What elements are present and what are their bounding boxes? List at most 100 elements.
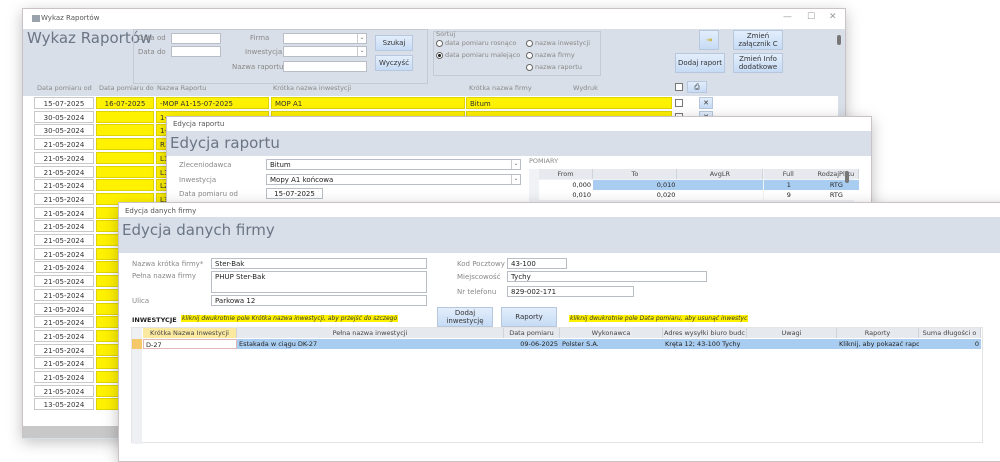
- grid-column-header[interactable]: Uwagi: [747, 328, 837, 338]
- date-from-input[interactable]: 15-07-2025: [266, 188, 323, 199]
- select-all-checkbox[interactable]: [675, 83, 683, 91]
- chevron-down-icon[interactable]: ⌄: [511, 175, 520, 184]
- full-name-input[interactable]: PHUP Ster-Bak: [211, 271, 427, 293]
- col-date-to[interactable]: Data pomiaru do: [99, 84, 154, 92]
- add-investment-button[interactable]: Dodaj inwestycję: [437, 307, 493, 327]
- date-from-cell[interactable]: 21-05-2024: [34, 179, 94, 192]
- date-from-cell[interactable]: 15-07-2025: [34, 97, 94, 109]
- col-to[interactable]: To: [593, 169, 678, 179]
- date-from-cell[interactable]: 21-05-2024: [34, 371, 94, 383]
- investment-cell[interactable]: MOP A1: [271, 97, 465, 109]
- print-icon[interactable]: ⎙: [687, 81, 707, 93]
- date-from-cell[interactable]: 13-05-2024: [34, 398, 94, 411]
- sort-option-report[interactable]: nazwa raportu: [526, 63, 582, 71]
- measurement-cell[interactable]: 0,010: [539, 190, 593, 200]
- date-from-cell[interactable]: 21-05-2024: [34, 316, 94, 329]
- col-avglr[interactable]: AvgLR: [677, 169, 764, 179]
- date-from-cell[interactable]: 21-05-2024: [34, 384, 94, 397]
- date-from-cell[interactable]: 30-05-2024: [34, 124, 94, 137]
- row-selector[interactable]: [132, 339, 142, 349]
- date-from-cell[interactable]: 21-05-2024: [34, 261, 94, 274]
- firm-select[interactable]: ⌄: [283, 33, 367, 44]
- date-to-cell[interactable]: 16-07-2025: [96, 97, 154, 109]
- chevron-down-icon[interactable]: ⌄: [511, 160, 520, 169]
- date-from-cell[interactable]: 21-05-2024: [34, 206, 94, 219]
- col-report-name[interactable]: Nazwa Raportu: [157, 84, 206, 92]
- grid-column-header[interactable]: Raporty: [837, 328, 919, 338]
- date-from-cell[interactable]: 21-05-2024: [34, 192, 94, 205]
- sort-option-firm[interactable]: nazwa firmy: [526, 51, 575, 59]
- grid-column-header[interactable]: Pełna nazwa inwestycji: [237, 328, 504, 338]
- change-attachment-button[interactable]: Zmień załącznik C: [733, 30, 783, 50]
- date-from-cell[interactable]: 21-05-2024: [34, 247, 94, 260]
- client-select[interactable]: Bitum ⌄: [266, 159, 521, 170]
- delete-icon[interactable]: ✕: [699, 97, 713, 109]
- close-button[interactable]: ✕: [829, 12, 837, 22]
- date-to-cell[interactable]: [96, 179, 154, 192]
- date-from-cell[interactable]: 30-05-2024: [34, 110, 94, 123]
- list-row[interactable]: 15-07-2025 16-07-2025 -MOP A1-15-07-2025 MO…: [23, 97, 823, 109]
- grid-column-header[interactable]: Suma długości o: [919, 328, 981, 338]
- city-input[interactable]: Tychy: [507, 271, 707, 282]
- short-name-input[interactable]: Ster-Bak: [211, 258, 427, 269]
- maximize-button[interactable]: ☐: [807, 12, 815, 22]
- col-from[interactable]: From: [539, 169, 593, 179]
- investment-select[interactable]: Mopy A1 końcowa ⌄: [266, 174, 521, 185]
- clear-button[interactable]: Wyczyść: [375, 55, 413, 71]
- measurement-cell[interactable]: RTG: [813, 180, 860, 190]
- date-from-cell[interactable]: 21-05-2024: [34, 165, 94, 178]
- print-checkbox[interactable]: [675, 99, 683, 107]
- sort-option-date-desc[interactable]: data pomiaru malejąco: [436, 51, 520, 59]
- report-name-input[interactable]: [283, 61, 367, 72]
- sort-option-date-asc[interactable]: data pomiaru rosnąco: [436, 39, 516, 47]
- date-from-cell[interactable]: 21-05-2024: [34, 357, 94, 370]
- measurement-cell[interactable]: [677, 180, 764, 190]
- firm-cell[interactable]: Bitum: [466, 97, 672, 109]
- date-to-cell[interactable]: [96, 165, 154, 178]
- reports-button[interactable]: Raporty: [501, 307, 557, 327]
- measurement-cell[interactable]: 9: [763, 190, 814, 200]
- measurement-cell[interactable]: 0,010: [593, 180, 678, 190]
- date-from-cell[interactable]: 21-05-2024: [34, 234, 94, 246]
- grid-cell[interactable]: 0: [919, 339, 981, 349]
- chevron-down-icon[interactable]: ⌄: [357, 34, 366, 43]
- date-from-cell[interactable]: 21-05-2024: [34, 302, 94, 315]
- date-from-cell[interactable]: 21-05-2024: [34, 343, 94, 356]
- date-to-cell[interactable]: [96, 124, 154, 137]
- date-from-cell[interactable]: 21-05-2024: [34, 151, 94, 164]
- phone-input[interactable]: 829-002-171: [507, 286, 634, 297]
- measurement-cell[interactable]: 0,000: [539, 180, 593, 190]
- grid-column-header[interactable]: Data pomiaru: [504, 328, 560, 338]
- date-from-cell[interactable]: 21-05-2024: [34, 220, 94, 233]
- col-firm[interactable]: Krótka nazwa firmy: [469, 84, 532, 92]
- grid-column-header[interactable]: Krótka Nazwa Inwestycji: [143, 328, 237, 338]
- grid-cell[interactable]: Kliknij, aby pokazać raporty: [837, 339, 919, 349]
- street-input[interactable]: Parkowa 12: [211, 295, 427, 306]
- measurement-cell[interactable]: 0,020: [593, 190, 678, 200]
- add-report-button[interactable]: Dodaj raport: [675, 53, 725, 73]
- measurement-cell[interactable]: RTG: [813, 190, 860, 200]
- measurement-cell[interactable]: 1: [763, 180, 814, 190]
- investment-select[interactable]: ⌄: [283, 46, 367, 57]
- date-from-cell[interactable]: 21-05-2024: [34, 138, 94, 151]
- postal-input[interactable]: 43-100: [507, 258, 567, 269]
- col-rodzajpliku[interactable]: RodzajPliku: [813, 169, 860, 179]
- chevron-down-icon[interactable]: ⌄: [357, 47, 366, 56]
- change-info-button[interactable]: Zmień Info dodatkowe: [733, 53, 783, 73]
- date-from-cell[interactable]: 21-05-2024: [34, 329, 94, 342]
- grid-cell[interactable]: Kręta 12; 43-100 Tychy: [663, 339, 747, 349]
- grid-column-header[interactable]: Wykonawca: [560, 328, 663, 338]
- date-from-cell[interactable]: 21-05-2024: [34, 288, 94, 301]
- date-to-cell[interactable]: [96, 110, 154, 123]
- date-to-cell[interactable]: [96, 138, 154, 151]
- col-investment[interactable]: Krótka nazwa inwestycji: [273, 84, 351, 92]
- minimize-button[interactable]: —: [783, 12, 792, 22]
- grid-cell[interactable]: 09-06-2025: [504, 339, 560, 349]
- date-from-input[interactable]: [171, 33, 221, 44]
- report-name-cell[interactable]: -MOP A1-15-07-2025: [156, 97, 269, 109]
- scrollbar[interactable]: [845, 171, 849, 183]
- grid-column-header[interactable]: Adres wysyłki biuro budc: [663, 328, 747, 338]
- exit-button[interactable]: ⇥: [699, 30, 719, 50]
- date-to-cell[interactable]: [96, 151, 154, 164]
- grid-cell[interactable]: D-27: [143, 339, 237, 349]
